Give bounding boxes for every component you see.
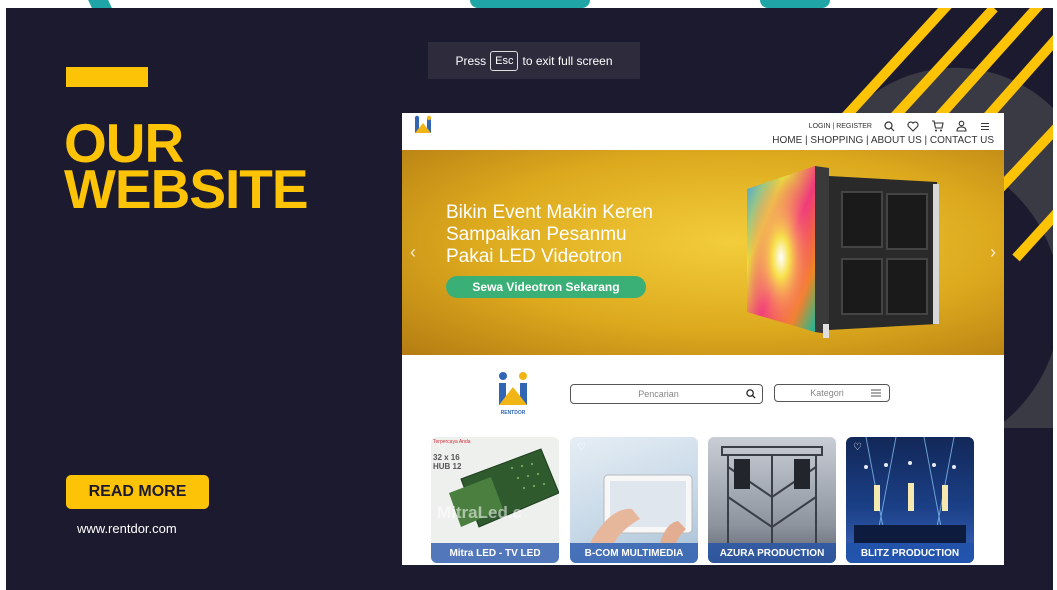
vendor-card[interactable]: Terpercaya Anda 32 x 16 HUB 12 MitraLed.…: [431, 437, 559, 563]
website-url: www.rentdor.com: [77, 521, 177, 536]
screen: OUR WEBSITE READ MORE www.rentdor.com Pr…: [0, 0, 1057, 590]
teal-shape: [470, 0, 590, 8]
rentdor-logo-icon: RENTDOR: [499, 372, 527, 416]
fullscreen-notice-before: Press: [455, 53, 487, 68]
hero-cta-button[interactable]: Sewa Videotron Sekarang: [446, 276, 646, 298]
vendor-card[interactable]: ♡ B-COM MULTIMEDIA: [570, 437, 698, 563]
vendor-card-label: BLITZ PRODUCTION: [846, 543, 974, 563]
tablet-hands-image: [590, 474, 693, 543]
stage-truss-image: [721, 446, 823, 543]
esc-key-badge: Esc: [490, 50, 519, 71]
heart-icon[interactable]: ♡: [577, 442, 586, 453]
vendor-cards: Terpercaya Anda 32 x 16 HUB 12 MitraLed.…: [431, 437, 976, 563]
category-select[interactable]: Kategori: [774, 384, 890, 402]
hero-headline: Bikin Event Makin Keren Sampaikan Pesanm…: [446, 202, 653, 268]
site-header: LOGIN | REGISTER HOME | SHOPPING | ABOUT…: [402, 113, 1004, 150]
read-more-button[interactable]: READ MORE: [66, 475, 209, 509]
led-module-image: [449, 448, 559, 528]
carousel-prev-icon[interactable]: ‹: [410, 242, 416, 263]
carousel-next-icon[interactable]: ›: [990, 242, 996, 263]
site-logo-icon[interactable]: [412, 115, 434, 141]
hero-line-1: Bikin Event Makin Keren: [446, 202, 653, 223]
vendor-card[interactable]: ♡ BLITZ PRODUCTION: [846, 437, 974, 563]
cart-icon[interactable]: [930, 120, 944, 132]
menu-icon: [871, 389, 881, 397]
concert-stage-image: [854, 437, 966, 543]
vendor-card-label: AZURA PRODUCTION: [708, 543, 836, 563]
vendor-card-label: Mitra LED - TV LED: [431, 543, 559, 563]
search-placeholder: Pencarian: [638, 389, 679, 399]
heart-icon[interactable]: [906, 120, 920, 132]
header-utility-row: LOGIN | REGISTER: [809, 120, 992, 132]
presentation-slide: OUR WEBSITE READ MORE www.rentdor.com Pr…: [6, 8, 1053, 590]
website-screenshot: LOGIN | REGISTER HOME | SHOPPING | ABOUT…: [402, 113, 1004, 565]
screen-right-edge: [1053, 0, 1057, 590]
previous-slide-edge: [0, 0, 1057, 8]
teal-shape: [760, 0, 830, 8]
search-input[interactable]: Pencarian: [570, 384, 763, 404]
hero-banner: Bikin Event Makin Keren Sampaikan Pesanm…: [402, 150, 1004, 355]
hero-line-2: Sampaikan Pesanmu: [446, 224, 627, 245]
title-accent-bar: [66, 67, 148, 87]
vendor-card[interactable]: AZURA PRODUCTION: [708, 437, 836, 563]
led-panel-image: [747, 166, 939, 338]
search-section: RENTDOR Pencarian Kategori: [402, 355, 1004, 435]
vendor-card-label: B-COM MULTIMEDIA: [570, 543, 698, 563]
rentdor-logo-text: RENTDOR: [501, 410, 526, 416]
hero-line-3: Pakai LED Videotron: [446, 246, 623, 267]
fullscreen-notice-after: to exit full screen: [522, 53, 613, 68]
slide-title-line-2: WEBSITE: [64, 158, 309, 220]
heart-icon[interactable]: ♡: [438, 442, 447, 453]
fullscreen-notice: Press Esc to exit full screen: [428, 42, 640, 79]
user-icon[interactable]: [954, 120, 968, 132]
card-watermark: MitraLed.c: [437, 503, 523, 522]
slide-title: OUR WEBSITE: [64, 116, 309, 220]
menu-icon[interactable]: [978, 120, 992, 132]
search-icon[interactable]: [746, 389, 756, 399]
teal-shape: [88, 0, 112, 8]
login-register-link[interactable]: LOGIN | REGISTER: [809, 123, 872, 130]
search-icon[interactable]: [882, 120, 896, 132]
heart-icon[interactable]: ♡: [853, 442, 862, 453]
category-label: Kategori: [810, 388, 844, 398]
main-nav[interactable]: HOME | SHOPPING | ABOUT US | CONTACT US: [772, 135, 994, 146]
